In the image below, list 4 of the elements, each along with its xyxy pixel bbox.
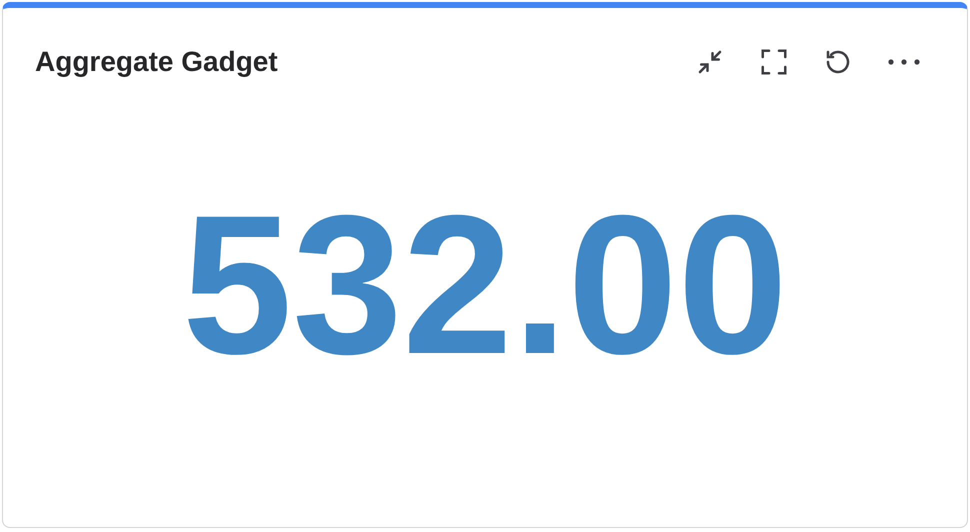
aggregate-value: 532.00 [182, 186, 788, 384]
fullscreen-icon[interactable] [759, 47, 789, 77]
gadget-title: Aggregate Gadget [35, 45, 278, 79]
more-icon[interactable] [887, 57, 921, 67]
